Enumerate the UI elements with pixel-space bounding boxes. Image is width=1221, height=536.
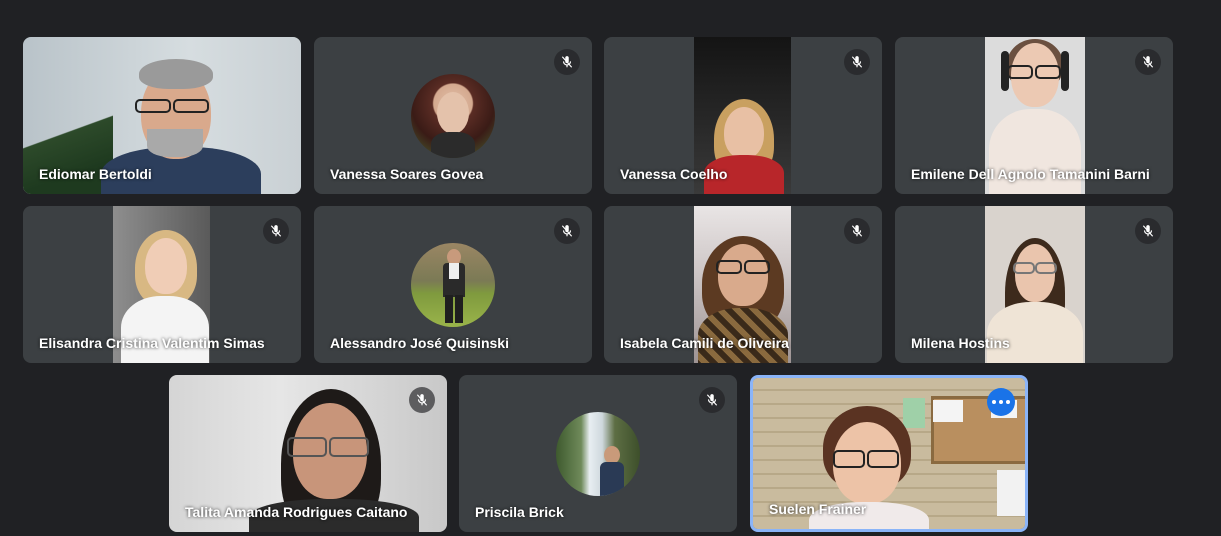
participant-name: Vanessa Soares Govea [330, 166, 484, 182]
participant-name: Isabela Camili de Oliveira [620, 335, 789, 351]
mic-off-icon [1135, 218, 1161, 244]
participant-tile-ediomar[interactable]: Ediomar Bertoldi [23, 37, 301, 194]
participant-name: Emilene Dell Agnolo Tamanini Barni [911, 166, 1150, 182]
mic-off-icon [409, 387, 435, 413]
mic-off-icon [844, 218, 870, 244]
participant-name: Vanessa Coelho [620, 166, 728, 182]
participant-name: Ediomar Bertoldi [39, 166, 152, 182]
participant-tile-suelen[interactable]: Suelen Frainer [750, 375, 1028, 532]
participant-tile-vanessa-coelho[interactable]: Vanessa Coelho [604, 37, 882, 194]
mic-off-icon [554, 49, 580, 75]
participant-tile-milena[interactable]: Milena Hostins [895, 206, 1173, 363]
participant-tile-elisandra[interactable]: Elisandra Cristina Valentim Simas [23, 206, 301, 363]
mic-off-icon [844, 49, 870, 75]
participant-tile-priscila[interactable]: Priscila Brick [459, 375, 737, 532]
participant-name: Suelen Frainer [769, 501, 867, 517]
mic-off-icon [554, 218, 580, 244]
participant-tile-isabela[interactable]: Isabela Camili de Oliveira [604, 206, 882, 363]
participant-tile-vanessa-soares[interactable]: Vanessa Soares Govea [314, 37, 592, 194]
participant-name: Priscila Brick [475, 504, 564, 520]
avatar [556, 411, 640, 496]
participant-tile-talita[interactable]: Talita Amanda Rodrigues Caitano [169, 375, 447, 532]
mic-off-icon [1135, 49, 1161, 75]
mic-off-icon [699, 387, 725, 413]
participant-tile-alessandro[interactable]: Alessandro José Quisinski [314, 206, 592, 363]
participant-tile-emilene[interactable]: Emilene Dell Agnolo Tamanini Barni [895, 37, 1173, 194]
avatar [411, 242, 495, 327]
avatar [411, 73, 495, 158]
participant-name: Milena Hostins [911, 335, 1010, 351]
mic-off-icon [263, 218, 289, 244]
participant-name: Alessandro José Quisinski [330, 335, 509, 351]
participant-name: Talita Amanda Rodrigues Caitano [185, 504, 408, 520]
more-options-icon[interactable] [987, 388, 1015, 416]
participant-name: Elisandra Cristina Valentim Simas [39, 335, 265, 351]
